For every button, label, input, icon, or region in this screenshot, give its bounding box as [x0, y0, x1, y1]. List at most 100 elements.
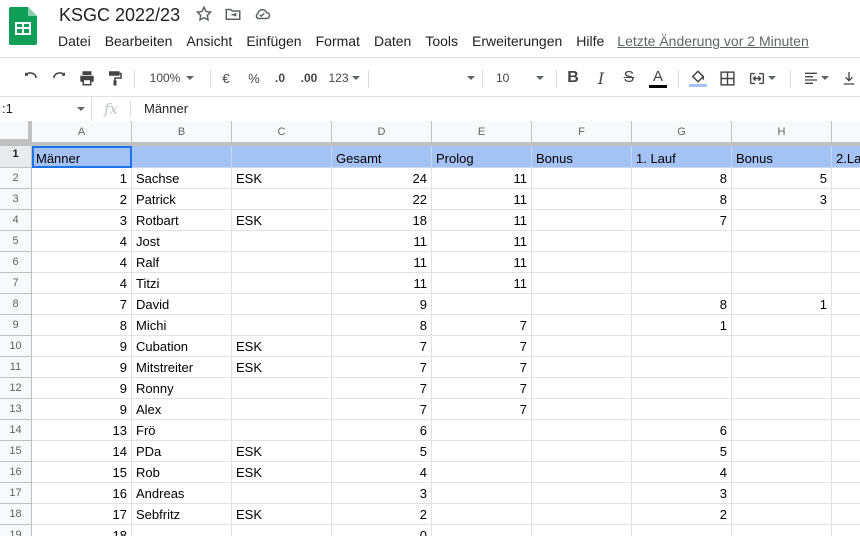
row-header-15[interactable]: 15: [0, 441, 32, 462]
cell-g6[interactable]: [632, 252, 732, 273]
cell-e15[interactable]: [432, 441, 532, 462]
font-family-select[interactable]: [375, 62, 475, 94]
cell-f5[interactable]: [532, 231, 632, 252]
cell-b13[interactable]: Alex: [132, 399, 232, 420]
cell-g9[interactable]: 1: [632, 315, 732, 336]
cell-e3[interactable]: 11: [432, 189, 532, 210]
strikethrough-icon[interactable]: S: [619, 62, 639, 94]
cell-g4[interactable]: 7: [632, 210, 732, 231]
cell-d5[interactable]: 11: [332, 231, 432, 252]
cell-h9[interactable]: [732, 315, 832, 336]
cell-next4[interactable]: [832, 210, 860, 231]
cell-a1[interactable]: Männer: [32, 146, 132, 168]
cell-b8[interactable]: David: [132, 294, 232, 315]
cell-c16[interactable]: ESK: [232, 462, 332, 483]
cell-g18[interactable]: 2: [632, 504, 732, 525]
cell-f10[interactable]: [532, 336, 632, 357]
cell-b11[interactable]: Mitstreiter: [132, 357, 232, 378]
cell-next12[interactable]: [832, 378, 860, 399]
cell-a11[interactable]: 9: [32, 357, 132, 378]
cell-e13[interactable]: 7: [432, 399, 532, 420]
cell-a5[interactable]: 4: [32, 231, 132, 252]
redo-icon[interactable]: [48, 62, 70, 94]
borders-icon[interactable]: [716, 62, 738, 94]
cell-g19[interactable]: [632, 525, 732, 536]
cell-e8[interactable]: [432, 294, 532, 315]
cell-b12[interactable]: Ronny: [132, 378, 232, 399]
cell-h3[interactable]: 3: [732, 189, 832, 210]
row-header-3[interactable]: 3: [0, 189, 32, 210]
cell-b18[interactable]: Sebfritz: [132, 504, 232, 525]
cell-b4[interactable]: Rotbart: [132, 210, 232, 231]
cell-d3[interactable]: 22: [332, 189, 432, 210]
row-header-18[interactable]: 18: [0, 504, 32, 525]
text-color-icon[interactable]: A: [647, 62, 669, 94]
cell-next14[interactable]: [832, 420, 860, 441]
column-header-f[interactable]: F: [532, 121, 632, 143]
cell-e7[interactable]: 11: [432, 273, 532, 294]
row-header-9[interactable]: 9: [0, 315, 32, 336]
cell-e14[interactable]: [432, 420, 532, 441]
menu-daten[interactable]: Daten: [374, 31, 411, 51]
cell-f8[interactable]: [532, 294, 632, 315]
merge-cells-icon[interactable]: [744, 62, 780, 94]
cell-d9[interactable]: 8: [332, 315, 432, 336]
print-icon[interactable]: [76, 62, 98, 94]
currency-format-button[interactable]: €: [217, 62, 235, 94]
menu-einfuegen[interactable]: Einfügen: [246, 31, 301, 51]
cell-a15[interactable]: 14: [32, 441, 132, 462]
cell-f1[interactable]: Bonus: [532, 146, 632, 168]
cell-b2[interactable]: Sachse: [132, 168, 232, 189]
cell-g3[interactable]: 8: [632, 189, 732, 210]
cell-next17[interactable]: [832, 483, 860, 504]
cell-c1[interactable]: [232, 146, 332, 168]
row-header-13[interactable]: 13: [0, 399, 32, 420]
more-formats-select[interactable]: 123: [326, 62, 362, 94]
cell-c8[interactable]: [232, 294, 332, 315]
cell-c9[interactable]: [232, 315, 332, 336]
cell-h4[interactable]: [732, 210, 832, 231]
cell-d4[interactable]: 18: [332, 210, 432, 231]
cell-h11[interactable]: [732, 357, 832, 378]
cell-g14[interactable]: 6: [632, 420, 732, 441]
cell-e10[interactable]: 7: [432, 336, 532, 357]
column-header-e[interactable]: E: [432, 121, 532, 143]
cell-next13[interactable]: [832, 399, 860, 420]
row-header-11[interactable]: 11: [0, 357, 32, 378]
cell-g17[interactable]: 3: [632, 483, 732, 504]
cell-b16[interactable]: Rob: [132, 462, 232, 483]
cell-c13[interactable]: [232, 399, 332, 420]
column-header-c[interactable]: C: [232, 121, 332, 143]
cell-e2[interactable]: 11: [432, 168, 532, 189]
cell-h16[interactable]: [732, 462, 832, 483]
cell-h15[interactable]: [732, 441, 832, 462]
select-all-corner[interactable]: [0, 121, 32, 143]
menu-hilfe[interactable]: Hilfe: [576, 31, 604, 51]
cell-f12[interactable]: [532, 378, 632, 399]
document-title[interactable]: KSGC 2022/23: [59, 3, 180, 27]
horizontal-align-icon[interactable]: [798, 62, 834, 94]
column-header-b[interactable]: B: [132, 121, 232, 143]
cell-d6[interactable]: 11: [332, 252, 432, 273]
cell-g10[interactable]: [632, 336, 732, 357]
row-header-7[interactable]: 7: [0, 273, 32, 294]
cell-b17[interactable]: Andreas: [132, 483, 232, 504]
last-edit-link[interactable]: Letzte Änderung vor 2 Minuten: [617, 31, 808, 51]
cell-c12[interactable]: [232, 378, 332, 399]
cell-e19[interactable]: [432, 525, 532, 536]
cell-e1[interactable]: Prolog: [432, 146, 532, 168]
cell-h5[interactable]: [732, 231, 832, 252]
italic-icon[interactable]: I: [591, 62, 611, 94]
cell-d19[interactable]: 0: [332, 525, 432, 536]
cell-g1[interactable]: 1. Lauf: [632, 146, 732, 168]
cell-next15[interactable]: [832, 441, 860, 462]
cell-d18[interactable]: 2: [332, 504, 432, 525]
menu-datei[interactable]: Datei: [58, 31, 91, 51]
cell-a4[interactable]: 3: [32, 210, 132, 231]
cell-next5[interactable]: [832, 231, 860, 252]
cell-g15[interactable]: 5: [632, 441, 732, 462]
cell-h19[interactable]: [732, 525, 832, 536]
cell-a13[interactable]: 9: [32, 399, 132, 420]
cell-h1[interactable]: Bonus: [732, 146, 832, 168]
cell-b1[interactable]: [132, 146, 232, 168]
